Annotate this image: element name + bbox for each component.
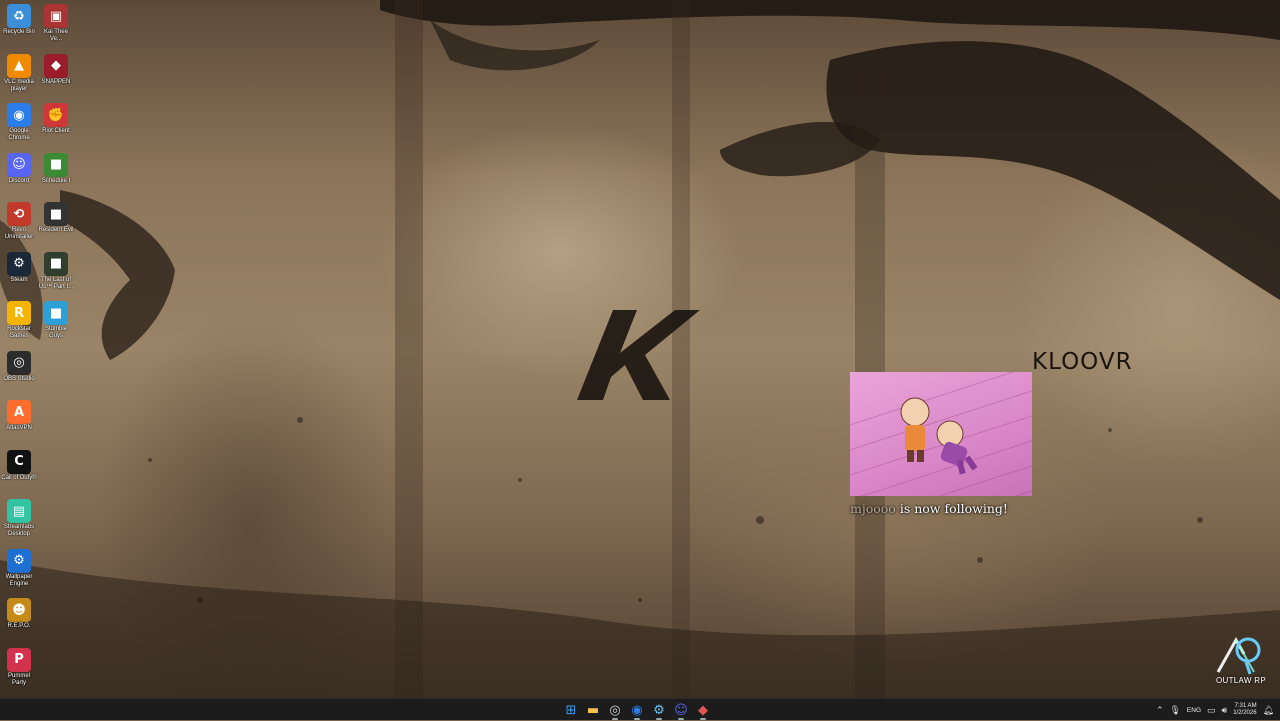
obs-icon: ◎ <box>7 350 31 375</box>
microphone-icon[interactable]: 🎙︎ <box>1169 705 1180 716</box>
desktop-icon-steam[interactable]: ⚙ Steam <box>1 250 37 284</box>
file-explorer-button[interactable]: ▬ <box>585 702 601 718</box>
outlaw-rp-text: OUTLAW RP <box>1216 676 1266 685</box>
desktop-icon-label: OBS Studio <box>3 375 35 382</box>
desktop-icon-label: The Last of Us™ Part I... <box>38 276 74 290</box>
discord-icon: ☺ <box>674 702 688 718</box>
repo-icon: ☻ <box>7 598 31 622</box>
desktop-icon-label: Resident Evil <box>38 227 74 233</box>
volume-icon[interactable]: 🔊︎ <box>1222 705 1228 716</box>
desktop-icon-label: Discord <box>8 177 30 184</box>
discord-taskbar-button[interactable]: ☺ <box>673 702 689 720</box>
folder-icon: ▬ <box>586 702 600 718</box>
desktop-icon-recycle-bin[interactable]: ♻ Recycle Bin <box>1 2 37 36</box>
game-icon: ■ <box>44 152 68 177</box>
desktop-icon-label: Stumble Guys <box>44 326 67 339</box>
desktop-icons: ♻ Recycle Bin ▣ Kai Thee Ve... ▲ VLC media pl… <box>0 0 80 698</box>
desktop-icon-revo-uninstaller[interactable]: ⟲ Revo Uninstaller <box>1 200 37 241</box>
pummel-party-icon: P <box>7 647 31 672</box>
alert-title: KLOOVR <box>1032 349 1133 375</box>
desktop-icon-label: Rockstar Games <box>7 326 31 339</box>
chevron-up-icon[interactable]: ⌃ <box>1156 705 1164 716</box>
desktop-icon-rockstar-games[interactable]: R Rockstar Games <box>1 299 37 340</box>
start-button[interactable]: ⊞ <box>563 702 579 718</box>
clock-time: 7:31 AM <box>1234 702 1257 709</box>
desktop-icon-label: R.E.P.O. <box>7 623 31 629</box>
desktop-icon-label: Streamlabs Desktop <box>3 524 35 537</box>
steam-icon: ⚙ <box>653 702 665 718</box>
desktop-icon-resident-evil[interactable]: ■ Resident Evil <box>38 200 74 234</box>
clock[interactable]: 7:31 AM 1/2/2026 <box>1233 703 1256 718</box>
steam-icon: ⚙ <box>7 251 31 276</box>
outlaw-rp-logo: OUTLAW RP <box>1210 628 1272 688</box>
desktop-icon-label: Riot Client <box>42 128 70 134</box>
desktop-icon-riot-client[interactable]: ✊ Riot Client <box>38 101 74 135</box>
desktop-icon-vlc-media-player[interactable]: ▲ VLC media player <box>1 52 37 93</box>
desktop-icon-label: Kai Thee Ve... <box>44 29 68 42</box>
vlc-icon: ▲ <box>7 53 31 78</box>
obs-taskbar-button[interactable]: ◎ <box>607 702 623 720</box>
app-icon: ◆ <box>698 702 708 718</box>
network-icon[interactable]: ▭ <box>1207 705 1216 716</box>
desktop-icon-label: Recycle Bin <box>3 29 35 35</box>
uninstaller-icon: ⟲ <box>7 202 31 226</box>
chrome-taskbar-button[interactable]: ◉ <box>629 702 645 720</box>
alert-username: mjoooo <box>850 501 896 516</box>
recycle-bin-icon: ♻ <box>7 4 31 28</box>
desktop-icon-streamlabs-desktop[interactable]: ▤ Streamlabs Desktop <box>1 497 37 538</box>
desktop-icon-the-last-of-us-part-i[interactable]: ■ The Last of Us™ Part I... <box>38 250 74 291</box>
desktop-icon-kai-thee-ve[interactable]: ▣ Kai Thee Ve... <box>38 2 74 43</box>
obs-icon: ◎ <box>609 702 621 718</box>
desktop-icon-label: Pummel Party <box>7 672 30 686</box>
alert-message: mjoooo is now following! <box>850 501 1032 516</box>
desktop-icon-discord[interactable]: ☺ Discord <box>1 151 37 185</box>
desktop-icon-schedule-i[interactable]: ■ Schedule I <box>38 151 74 185</box>
desktop-icon-pummel-party[interactable]: P Pummel Party <box>1 646 37 687</box>
desktop-icon-call-of-duty[interactable]: C Call of Duty® <box>1 448 37 482</box>
desktop-icon-label: Wallpaper Engine <box>5 573 33 587</box>
desktop-icon-label: Call of Duty® <box>1 474 37 481</box>
desktop-icon-label: VLC media player <box>4 78 34 92</box>
language-indicator[interactable]: ENG <box>1187 707 1201 714</box>
game-icon: ■ <box>44 251 68 276</box>
desktop-icon-r-e-p-o[interactable]: ☻ R.E.P.O. <box>1 596 37 630</box>
riot-client-icon: ✊ <box>44 103 68 127</box>
streamlabs-icon: ▤ <box>7 499 31 523</box>
taskbar-apps: ⊞ ▬ ◎ ◉ ⚙ ☺ ◆ <box>563 699 711 721</box>
rockstar-icon: R <box>7 301 31 325</box>
chrome-icon: ◉ <box>631 702 643 718</box>
desktop-icon-snappen[interactable]: ◆ SNAPPEN <box>38 52 74 86</box>
notification-bell-icon[interactable]: 🔔︎ <box>1263 705 1274 716</box>
desktop-icon-wallpaper-engine[interactable]: ⚙ Wallpaper Engine <box>1 547 37 588</box>
desktop-icon-label: Google Chrome <box>8 128 30 141</box>
app-icon: ◆ <box>44 53 68 78</box>
desktop-icon-atlasvpn[interactable]: A AtlasVPN <box>1 398 37 432</box>
streamlabs-taskbar-button[interactable]: ◆ <box>695 702 711 720</box>
discord-icon: ☺ <box>7 152 31 177</box>
steam-taskbar-button[interactable]: ⚙ <box>651 702 667 720</box>
desktop-icon-label: Revo Uninstaller <box>4 227 34 240</box>
alert-image <box>850 372 1032 496</box>
desktop-icon-stumble-guys[interactable]: ■ Stumble Guys <box>38 299 74 340</box>
game-icon: ■ <box>44 202 68 226</box>
alert-message-text: is now following! <box>895 501 1008 516</box>
desktop-icon-google-chrome[interactable]: ◉ Google Chrome <box>1 101 37 142</box>
wallpaper-k-logo <box>575 305 705 410</box>
system-tray: ⌃ 🎙︎ ENG ▭ 🔊︎ 7:31 AM 1/2/2026 🔔︎ <box>1156 699 1280 721</box>
photo-icon: ▣ <box>44 4 68 28</box>
call-of-duty-icon: C <box>7 449 31 474</box>
cartoon-characters <box>900 397 978 475</box>
game-icon: ■ <box>44 301 68 325</box>
desktop-icon-label: AtlasVPN <box>6 425 32 431</box>
vpn-icon: A <box>7 400 31 424</box>
wallpaper-engine-icon: ⚙ <box>7 548 31 573</box>
desktop-icon-obs-studio[interactable]: ◎ OBS Studio <box>1 349 37 383</box>
desktop-icon-label: Schedule I <box>41 177 71 184</box>
chrome-icon: ◉ <box>7 103 31 127</box>
desktop-icon-label: SNAPPEN <box>41 78 71 85</box>
clock-date: 1/2/2026 <box>1233 710 1257 716</box>
taskbar: ⊞ ▬ ◎ ◉ ⚙ ☺ ◆ ⌃ 🎙︎ ENG ▭ 🔊︎ 7:31 AM 1/2/2026 🔔… <box>0 698 1280 720</box>
desktop-icon-label: Steam <box>10 276 28 283</box>
windows-icon: ⊞ <box>565 702 577 718</box>
